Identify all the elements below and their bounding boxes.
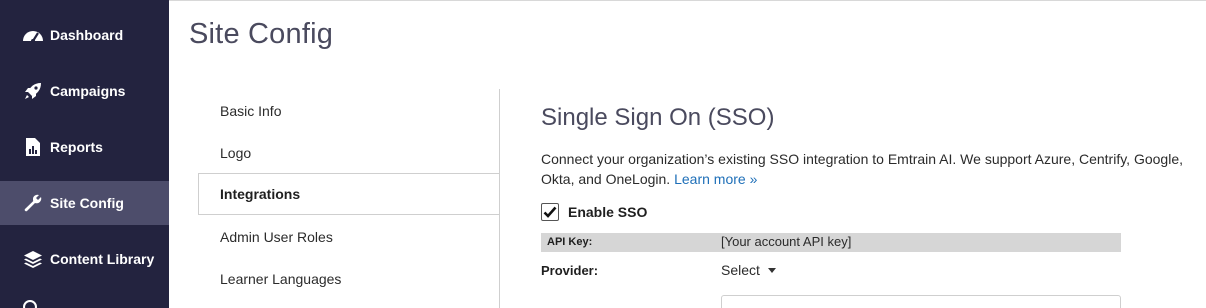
sso-description: Connect your organization’s existing SSO… [541,149,1201,189]
provider-select[interactable]: Select [721,262,776,278]
partial-icon [23,300,37,308]
checkmark-icon [543,206,557,218]
subnav-item-label: Integrations [220,186,301,202]
layers-icon [21,247,45,271]
report-icon [21,135,45,159]
subnav-item-learner-languages[interactable]: Learner Languages [220,271,341,287]
sso-input-field[interactable] [721,295,1121,308]
top-border [169,0,1206,1]
sidebar-item-campaigns[interactable]: Campaigns [0,69,169,113]
sidebar-item-label: Campaigns [50,83,126,99]
caret-down-icon [767,267,776,273]
sidebar-item-label: Content Library [50,251,155,267]
section-title: Single Sign On (SSO) [541,104,775,131]
sidebar-item-label: Reports [50,139,103,155]
subnav-item-logo[interactable]: Logo [220,145,251,161]
sso-description-text: Connect your organization’s existing SSO… [541,151,1183,187]
wrench-icon [21,191,45,215]
provider-label: Provider: [541,263,599,278]
enable-sso-row: Enable SSO [541,203,647,221]
rocket-icon [21,79,45,103]
provider-select-value: Select [721,262,760,278]
sidebar-item-label: Dashboard [50,27,124,43]
sidebar-item-content-library[interactable]: Content Library [0,237,169,281]
learn-more-link[interactable]: Learn more » [674,171,757,187]
subnav-item-integrations[interactable]: Integrations [198,173,500,215]
subnav-item-basic-info[interactable]: Basic Info [220,103,281,119]
enable-sso-label: Enable SSO [568,204,648,220]
sidebar-item-reports[interactable]: Reports [0,125,169,169]
api-key-label: API Key: [547,236,593,248]
api-key-value: [Your account API key] [721,234,852,249]
page-title: Site Config [189,18,334,50]
subnav-divider-top [499,89,500,173]
api-key-row: API Key: [Your account API key] [541,233,1121,252]
sidebar-item-site-config[interactable]: Site Config [0,181,169,225]
gauge-icon [21,23,45,47]
enable-sso-checkbox[interactable] [541,203,559,221]
subnav-item-admin-user-roles[interactable]: Admin User Roles [220,229,333,245]
sidebar-item-dashboard[interactable]: Dashboard [0,13,169,57]
sidebar: Dashboard Campaigns Reports Site Config … [0,0,169,308]
sidebar-item-label: Site Config [50,195,124,211]
